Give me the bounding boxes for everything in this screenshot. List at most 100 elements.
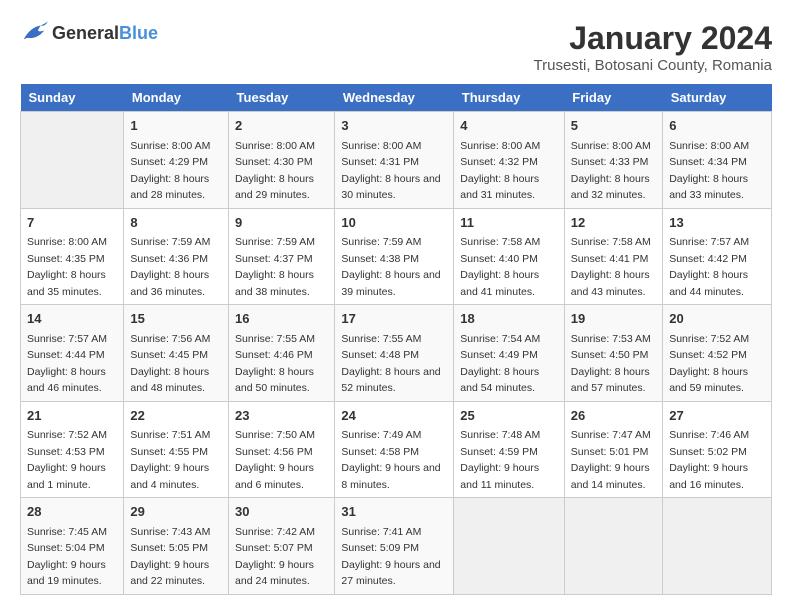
day-header-tuesday: Tuesday: [229, 84, 335, 112]
logo-icon: [20, 20, 48, 47]
day-header-wednesday: Wednesday: [335, 84, 454, 112]
day-info: Sunrise: 8:00 AMSunset: 4:31 PMDaylight:…: [341, 140, 440, 202]
calendar-cell: 14 Sunrise: 7:57 AMSunset: 4:44 PMDayligh…: [21, 305, 124, 402]
day-number: 22: [130, 406, 222, 426]
day-info: Sunrise: 7:41 AMSunset: 5:09 PMDaylight:…: [341, 526, 440, 588]
calendar-cell: 27Sunrise: 7:46 AMSunset: 5:02 PMDayligh…: [663, 401, 772, 498]
page-header: GeneralBlue January 2024 Trusesti, Botos…: [20, 20, 772, 74]
day-header-friday: Friday: [564, 84, 662, 112]
calendar-cell: 26 Sunrise: 7:47 AMSunset: 5:01 PMDayligh…: [564, 401, 662, 498]
day-info: Sunrise: 8:00 AMSunset: 4:30 PMDaylight:…: [235, 140, 315, 202]
day-number: 16: [235, 309, 328, 329]
day-number: 28: [27, 502, 117, 522]
calendar-cell: 1Sunrise: 8:00 AMSunset: 4:29 PMDaylight…: [124, 112, 229, 209]
day-info: Sunrise: 7:59 AMSunset: 4:37 PMDaylight:…: [235, 236, 315, 298]
day-number: 15: [130, 309, 222, 329]
day-number: 23: [235, 406, 328, 426]
days-header-row: SundayMondayTuesdayWednesdayThursdayFrid…: [21, 84, 772, 112]
day-info: Sunrise: 7:42 AMSunset: 5:07 PMDaylight:…: [235, 526, 315, 588]
day-info: Sunrise: 7:57 AMSunset: 4:44 PMDaylight:…: [27, 333, 107, 395]
calendar-week-4: 21 Sunrise: 7:52 AMSunset: 4:53 PMDayligh…: [21, 401, 772, 498]
calendar-cell: 13Sunrise: 7:57 AMSunset: 4:42 PMDayligh…: [663, 208, 772, 305]
day-info: Sunrise: 8:00 AMSunset: 4:33 PMDaylight:…: [571, 140, 651, 202]
day-header-sunday: Sunday: [21, 84, 124, 112]
day-number: 3: [341, 116, 447, 136]
day-number: 17: [341, 309, 447, 329]
day-info: Sunrise: 7:49 AMSunset: 4:58 PMDaylight:…: [341, 429, 440, 491]
calendar-week-3: 14 Sunrise: 7:57 AMSunset: 4:44 PMDayligh…: [21, 305, 772, 402]
calendar-cell: 24 Sunrise: 7:49 AMSunset: 4:58 PMDayligh…: [335, 401, 454, 498]
calendar-cell: 25Sunrise: 7:48 AMSunset: 4:59 PMDayligh…: [454, 401, 565, 498]
day-number: 8: [130, 213, 222, 233]
calendar-cell: 8 Sunrise: 7:59 AMSunset: 4:36 PMDaylight…: [124, 208, 229, 305]
day-number: 24: [341, 406, 447, 426]
day-info: Sunrise: 7:43 AMSunset: 5:05 PMDaylight:…: [130, 526, 210, 588]
day-number: 5: [571, 116, 656, 136]
calendar-table: SundayMondayTuesdayWednesdayThursdayFrid…: [20, 84, 772, 595]
calendar-cell: 18Sunrise: 7:54 AMSunset: 4:49 PMDayligh…: [454, 305, 565, 402]
day-number: 12: [571, 213, 656, 233]
calendar-week-1: 1Sunrise: 8:00 AMSunset: 4:29 PMDaylight…: [21, 112, 772, 209]
day-number: 9: [235, 213, 328, 233]
calendar-cell: 12Sunrise: 7:58 AMSunset: 4:41 PMDayligh…: [564, 208, 662, 305]
day-number: 6: [669, 116, 765, 136]
day-info: Sunrise: 7:48 AMSunset: 4:59 PMDaylight:…: [460, 429, 540, 491]
calendar-cell: 20 Sunrise: 7:52 AMSunset: 4:52 PMDayligh…: [663, 305, 772, 402]
day-info: Sunrise: 7:47 AMSunset: 5:01 PMDaylight:…: [571, 429, 651, 491]
day-info: Sunrise: 7:53 AMSunset: 4:50 PMDaylight:…: [571, 333, 651, 395]
calendar-cell: 10 Sunrise: 7:59 AMSunset: 4:38 PMDayligh…: [335, 208, 454, 305]
calendar-cell: 15 Sunrise: 7:56 AMSunset: 4:45 PMDayligh…: [124, 305, 229, 402]
calendar-cell: 9 Sunrise: 7:59 AMSunset: 4:37 PMDaylight…: [229, 208, 335, 305]
day-info: Sunrise: 7:52 AMSunset: 4:52 PMDaylight:…: [669, 333, 749, 395]
day-info: Sunrise: 8:00 AMSunset: 4:35 PMDaylight:…: [27, 236, 107, 298]
calendar-cell: 29 Sunrise: 7:43 AMSunset: 5:05 PMDayligh…: [124, 498, 229, 595]
calendar-cell: 5 Sunrise: 8:00 AMSunset: 4:33 PMDaylight…: [564, 112, 662, 209]
logo: GeneralBlue: [20, 20, 158, 47]
title-block: January 2024 Trusesti, Botosani County, …: [534, 20, 772, 74]
calendar-cell: 30 Sunrise: 7:42 AMSunset: 5:07 PMDayligh…: [229, 498, 335, 595]
calendar-cell: 6 Sunrise: 8:00 AMSunset: 4:34 PMDaylight…: [663, 112, 772, 209]
day-number: 2: [235, 116, 328, 136]
day-info: Sunrise: 7:52 AMSunset: 4:53 PMDaylight:…: [27, 429, 107, 491]
day-info: Sunrise: 7:59 AMSunset: 4:36 PMDaylight:…: [130, 236, 210, 298]
calendar-cell: 16Sunrise: 7:55 AMSunset: 4:46 PMDayligh…: [229, 305, 335, 402]
calendar-cell: 11 Sunrise: 7:58 AMSunset: 4:40 PMDayligh…: [454, 208, 565, 305]
day-info: Sunrise: 8:00 AMSunset: 4:34 PMDaylight:…: [669, 140, 749, 202]
calendar-cell: 31 Sunrise: 7:41 AMSunset: 5:09 PMDayligh…: [335, 498, 454, 595]
day-number: 14: [27, 309, 117, 329]
day-number: 13: [669, 213, 765, 233]
day-info: Sunrise: 8:00 AMSunset: 4:29 PMDaylight:…: [130, 140, 210, 202]
day-header-saturday: Saturday: [663, 84, 772, 112]
day-number: 4: [460, 116, 558, 136]
day-number: 21: [27, 406, 117, 426]
day-info: Sunrise: 7:58 AMSunset: 4:40 PMDaylight:…: [460, 236, 540, 298]
day-number: 11: [460, 213, 558, 233]
day-number: 31: [341, 502, 447, 522]
day-header-monday: Monday: [124, 84, 229, 112]
day-info: Sunrise: 7:45 AMSunset: 5:04 PMDaylight:…: [27, 526, 107, 588]
day-number: 10: [341, 213, 447, 233]
main-title: January 2024: [534, 20, 772, 57]
day-info: Sunrise: 7:59 AMSunset: 4:38 PMDaylight:…: [341, 236, 440, 298]
calendar-week-2: 7Sunrise: 8:00 AMSunset: 4:35 PMDaylight…: [21, 208, 772, 305]
day-info: Sunrise: 8:00 AMSunset: 4:32 PMDaylight:…: [460, 140, 540, 202]
day-info: Sunrise: 7:56 AMSunset: 4:45 PMDaylight:…: [130, 333, 210, 395]
day-info: Sunrise: 7:46 AMSunset: 5:02 PMDaylight:…: [669, 429, 749, 491]
calendar-cell: 4 Sunrise: 8:00 AMSunset: 4:32 PMDaylight…: [454, 112, 565, 209]
calendar-week-5: 28 Sunrise: 7:45 AMSunset: 5:04 PMDayligh…: [21, 498, 772, 595]
calendar-cell: 19 Sunrise: 7:53 AMSunset: 4:50 PMDayligh…: [564, 305, 662, 402]
logo-text: GeneralBlue: [52, 23, 158, 44]
day-number: 30: [235, 502, 328, 522]
day-number: 20: [669, 309, 765, 329]
calendar-cell: 3 Sunrise: 8:00 AMSunset: 4:31 PMDaylight…: [335, 112, 454, 209]
day-number: 26: [571, 406, 656, 426]
day-number: 19: [571, 309, 656, 329]
day-info: Sunrise: 7:50 AMSunset: 4:56 PMDaylight:…: [235, 429, 315, 491]
day-info: Sunrise: 7:55 AMSunset: 4:48 PMDaylight:…: [341, 333, 440, 395]
day-number: 29: [130, 502, 222, 522]
day-number: 18: [460, 309, 558, 329]
calendar-cell: [564, 498, 662, 595]
calendar-cell: 23 Sunrise: 7:50 AMSunset: 4:56 PMDayligh…: [229, 401, 335, 498]
day-header-thursday: Thursday: [454, 84, 565, 112]
calendar-cell: 2 Sunrise: 8:00 AMSunset: 4:30 PMDaylight…: [229, 112, 335, 209]
